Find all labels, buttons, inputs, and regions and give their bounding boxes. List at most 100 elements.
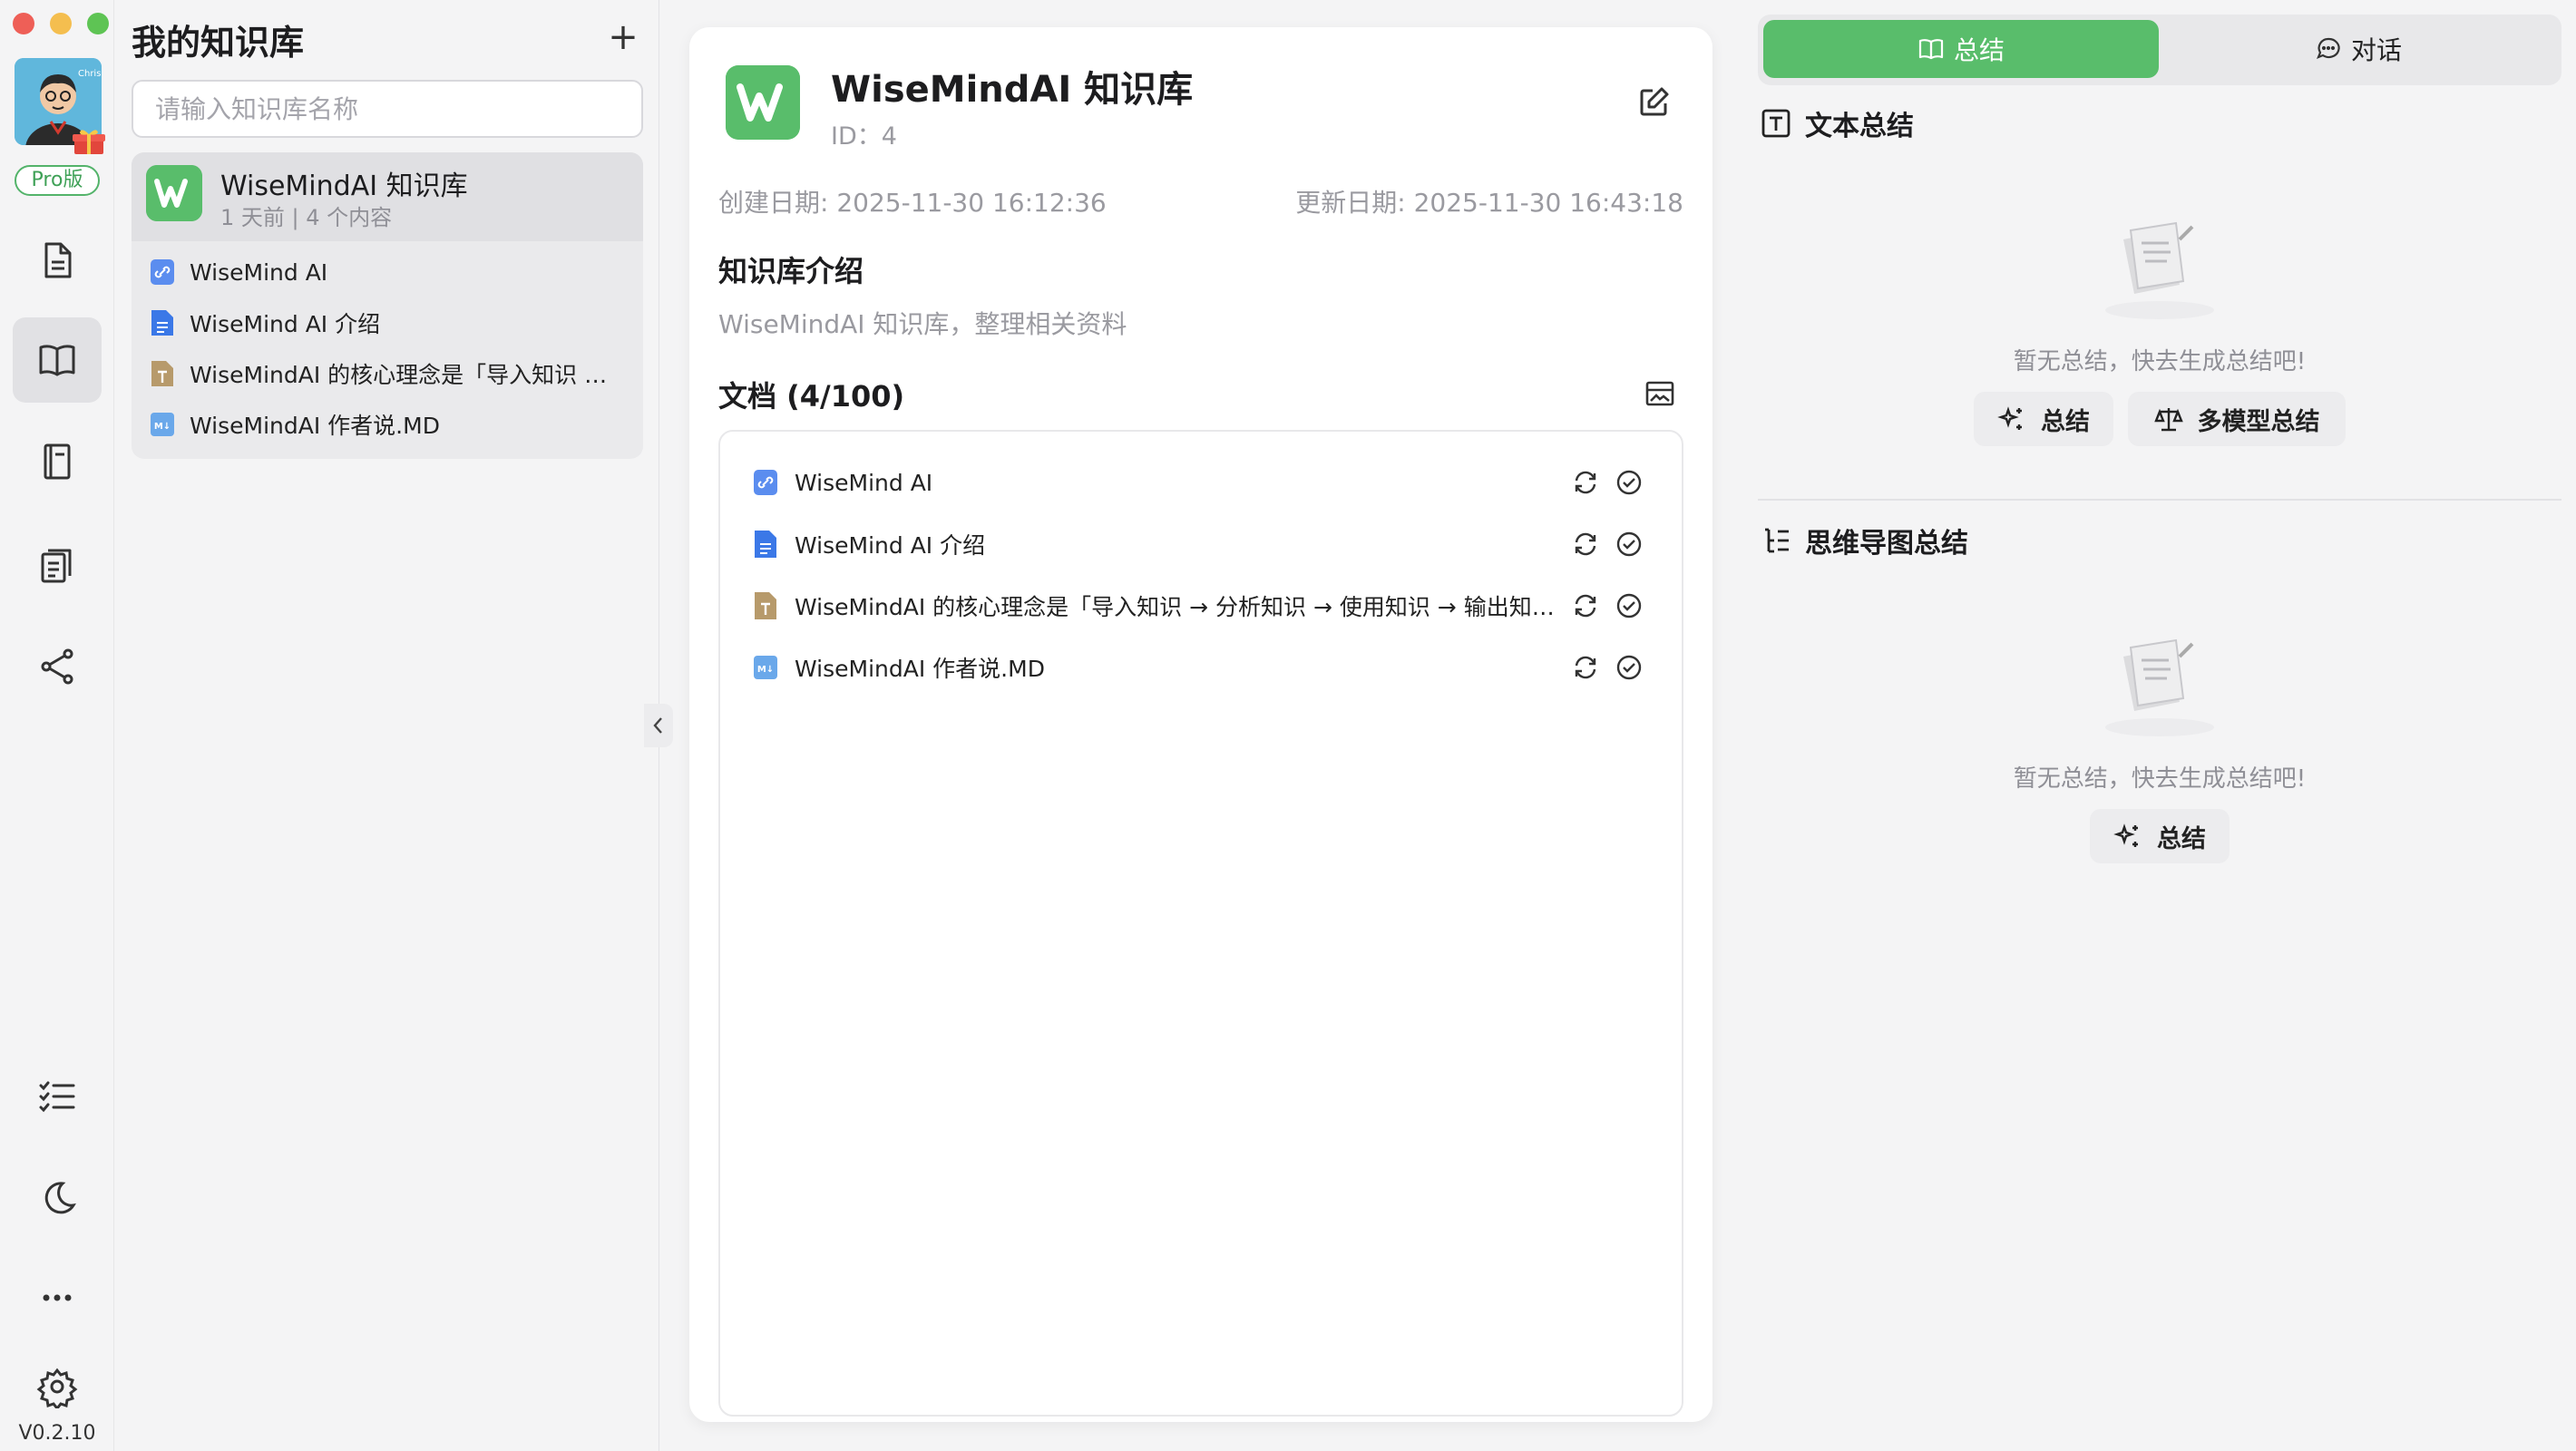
- app-version: V0.2.10: [18, 1422, 96, 1445]
- app-rail: Chris Pro版 V0.2.10: [0, 0, 114, 1451]
- knowledge-base-card-header[interactable]: WiseMindAI 知识库 1 天前 | 4 个内容: [132, 152, 643, 241]
- table-row[interactable]: WiseMind AI 介绍: [720, 517, 1682, 571]
- panel-title: 我的知识库: [132, 23, 305, 63]
- list-item[interactable]: M↓ WiseMindAI 作者说.MD: [132, 401, 643, 448]
- gift-icon[interactable]: [73, 129, 105, 156]
- doc-label: WiseMindAI 作者说.MD: [190, 413, 440, 439]
- table-row[interactable]: WiseMind AI: [720, 455, 1682, 510]
- rail-item-tasks[interactable]: [13, 1054, 102, 1139]
- sparkle-icon: [2113, 823, 2138, 847]
- window-controls: [13, 13, 109, 34]
- notes-icon: [41, 549, 72, 583]
- link-doc-icon: [754, 470, 777, 495]
- doc-label: WiseMind AI: [190, 258, 328, 286]
- mindmap-summary-heading: 思维导图总结: [1760, 521, 1968, 560]
- add-knowledge-base-button[interactable]: +: [605, 19, 641, 56]
- refresh-icon[interactable]: [1571, 530, 1600, 559]
- google-doc-icon: [755, 531, 776, 558]
- doc-label: WiseMind AI 介绍: [190, 311, 381, 337]
- intro-heading: 知识库介绍: [718, 254, 864, 288]
- empty-mindmap-text: 暂无总结，快去生成总结吧!: [2013, 765, 2307, 793]
- svg-text:M↓: M↓: [154, 422, 171, 432]
- doc-label: WiseMindAI 的核心理念是「导入知识 → 分析知识 → 使用知识 → 输…: [795, 594, 1575, 620]
- link-doc-icon: [151, 259, 174, 285]
- rail-item-dark-mode[interactable]: [13, 1155, 102, 1241]
- sparkle-icon: [1997, 406, 2022, 430]
- tab-chat[interactable]: 对话: [2161, 20, 2556, 78]
- text-summary-heading: 文本总结: [1760, 103, 1914, 143]
- text-box-icon: [1761, 109, 1791, 138]
- text-doc-icon: [755, 592, 776, 619]
- gear-icon: [36, 1368, 78, 1408]
- book-icon: [1918, 39, 1944, 60]
- doc-label: WiseMindAI 作者说.MD: [795, 656, 1045, 682]
- notebook-icon: [44, 443, 71, 480]
- knowledge-base-panel: 我的知识库 + WiseMindAI 知识库 1 天前 | 4 个内容 Wise…: [115, 0, 659, 1451]
- list-item[interactable]: WiseMind AI: [132, 248, 643, 296]
- google-doc-icon: [151, 310, 173, 336]
- section-divider: [1758, 499, 2561, 501]
- list-item[interactable]: WiseMindAI 的核心理念是「导入知识 → 分析知识 → 使用知识 → 输…: [132, 350, 643, 397]
- rail-item-notes[interactable]: [13, 522, 102, 608]
- check-circle-icon[interactable]: [1615, 468, 1644, 497]
- refresh-icon[interactable]: [1571, 468, 1600, 497]
- collapse-panel-button[interactable]: [644, 704, 673, 747]
- rail-item-settings[interactable]: [13, 1344, 102, 1429]
- book-icon: [39, 345, 75, 376]
- documents-list: WiseMind AI WiseMind AI 介绍 WiseMindAI 的核…: [718, 430, 1683, 1417]
- updated-date: 更新日期: 2025-11-30 16:43:18: [1295, 188, 1683, 218]
- chevron-left-icon: [653, 717, 662, 734]
- wisemind-logo-icon: [726, 65, 800, 140]
- markdown-doc-icon: M↓: [151, 413, 174, 436]
- scale-icon: [2153, 408, 2183, 432]
- generate-summary-button[interactable]: 总结: [1974, 392, 2113, 446]
- intro-text: WiseMindAI 知识库，整理相关资料: [718, 309, 1127, 339]
- table-row[interactable]: WiseMindAI 的核心理念是「导入知识 → 分析知识 → 使用知识 → 输…: [720, 579, 1682, 633]
- more-icon: [43, 1294, 72, 1301]
- rail-item-knowledge[interactable]: [13, 317, 102, 403]
- detail-id: ID：4: [831, 122, 897, 151]
- doc-label: WiseMindAI 的核心理念是「导入知识 → 分析知识 → 使用知识 → 输…: [190, 362, 616, 388]
- tab-summary[interactable]: 总结: [1763, 20, 2159, 78]
- list-item[interactable]: WiseMind AI 介绍: [132, 299, 643, 346]
- rail-item-documents[interactable]: [13, 218, 102, 303]
- knowledge-base-meta: 1 天前 | 4 个内容: [220, 205, 393, 230]
- table-row[interactable]: M↓ WiseMindAI 作者说.MD: [720, 640, 1682, 695]
- doc-label: WiseMind AI 介绍: [795, 532, 986, 559]
- refresh-icon[interactable]: [1571, 591, 1600, 620]
- edit-icon[interactable]: [1636, 85, 1671, 120]
- docs-heading: 文档 (4/100): [718, 379, 905, 414]
- knowledge-base-card[interactable]: WiseMindAI 知识库 1 天前 | 4 个内容 WiseMind AI …: [132, 152, 643, 459]
- pro-badge[interactable]: Pro版: [15, 165, 100, 196]
- doc-label: WiseMind AI: [795, 469, 933, 496]
- detail-title: WiseMindAI 知识库: [831, 69, 1194, 111]
- minimize-window-button[interactable]: [50, 13, 72, 34]
- empty-state-icon: [2105, 638, 2214, 736]
- svg-text:M↓: M↓: [757, 665, 774, 675]
- rail-item-notebook[interactable]: [13, 419, 102, 504]
- generate-mindmap-button[interactable]: 总结: [2090, 809, 2230, 863]
- check-circle-icon[interactable]: [1615, 591, 1644, 620]
- check-circle-icon[interactable]: [1615, 653, 1644, 682]
- zoom-window-button[interactable]: [87, 13, 109, 34]
- multi-model-summary-button[interactable]: 多模型总结: [2128, 392, 2346, 446]
- refresh-icon[interactable]: [1571, 653, 1600, 682]
- rail-item-share[interactable]: [13, 624, 102, 709]
- image-gallery-icon[interactable]: [1644, 377, 1676, 410]
- share-icon: [41, 648, 73, 685]
- checklist-icon: [39, 1081, 75, 1113]
- empty-summary-text: 暂无总结，快去生成总结吧!: [2013, 348, 2307, 375]
- tab-summary-label: 总结: [1953, 35, 2005, 65]
- tab-chat-label: 对话: [2350, 35, 2402, 65]
- check-circle-icon[interactable]: [1615, 530, 1644, 559]
- summary-tabs: 总结 对话: [1758, 15, 2561, 85]
- knowledge-base-search-input[interactable]: [132, 80, 643, 138]
- svg-text:Chris: Chris: [78, 69, 101, 79]
- rail-item-more[interactable]: [13, 1255, 102, 1340]
- empty-state-icon: [2105, 221, 2214, 319]
- document-icon: [44, 242, 72, 278]
- created-date: 创建日期: 2025-11-30 16:12:36: [718, 188, 1107, 218]
- chat-bubble-icon: [2317, 37, 2340, 59]
- text-doc-icon: [151, 361, 173, 386]
- close-window-button[interactable]: [13, 13, 34, 34]
